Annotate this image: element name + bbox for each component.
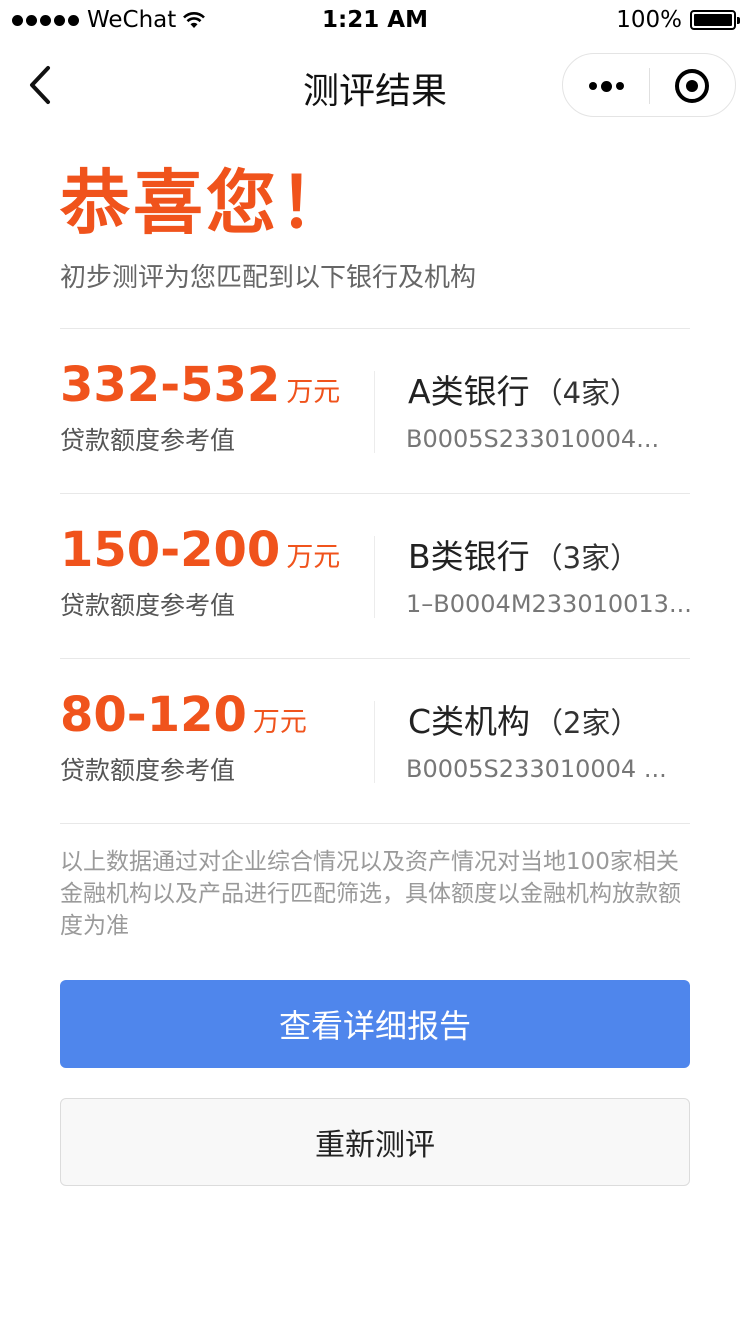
bank-name: A类银行: [408, 372, 530, 411]
congrats-subtitle: 初步测评为您匹配到以下银行及机构: [60, 263, 477, 293]
row-vertical-divider: [374, 536, 375, 618]
bank-code: B0005S233010004...: [406, 425, 660, 453]
amount-value: 332-532: [60, 357, 281, 413]
bank-code: 1–B0004M233010013...: [406, 590, 692, 618]
amount-label: 贷款额度参考值: [60, 591, 236, 620]
bank-code: B0005S233010004 ...: [406, 755, 667, 783]
bank-name: C类机构: [408, 702, 531, 741]
bank-count: （4家）: [533, 376, 640, 410]
amount-range: 80-120 万元: [60, 687, 307, 743]
more-dots-icon[interactable]: [563, 54, 649, 118]
result-row-b: 150-200 万元 贷款额度参考值 B类银行 （3家） 1–B0004M2330…: [60, 494, 692, 658]
amount-range: 332-532 万元: [60, 357, 340, 413]
result-row-a: 332-532 万元 贷款额度参考值 A类银行 （4家） B0005S233010…: [60, 329, 690, 493]
bank-category: A类银行 （4家）: [408, 365, 639, 413]
battery-group: 100%: [616, 7, 740, 33]
row-vertical-divider: [374, 701, 375, 783]
result-row-c: 80-120 万元 贷款额度参考值 C类机构 （2家） B0005S2330100…: [60, 659, 690, 823]
close-target-icon[interactable]: [649, 54, 735, 118]
mini-program-capsule: [562, 53, 736, 117]
amount-unit: 万元: [286, 542, 341, 573]
retest-button[interactable]: 重新测评: [60, 1098, 690, 1186]
row-vertical-divider: [374, 371, 375, 453]
amount-range: 150-200 万元: [60, 522, 340, 578]
battery-icon: [690, 10, 740, 30]
congrats-title: 恭喜您！: [60, 162, 352, 244]
nav-bar: 测评结果: [0, 40, 750, 130]
status-bar: WeChat 1:21 AM 100%: [0, 0, 750, 40]
bank-name: B类银行: [408, 537, 530, 576]
bank-count: （2家）: [534, 706, 640, 740]
amount-label: 贷款额度参考值: [60, 756, 236, 785]
amount-unit: 万元: [252, 707, 307, 738]
bank-category: B类银行 （3家）: [408, 530, 639, 578]
amount-label: 贷款额度参考值: [60, 426, 236, 455]
amount-value: 150-200: [60, 522, 281, 578]
disclaimer-note: 以上数据通过对企业综合情况以及资产情况对当地100家相关金融机构以及产品进行匹配…: [60, 849, 681, 939]
divider: [60, 823, 690, 824]
amount-unit: 万元: [286, 377, 341, 408]
view-report-button[interactable]: 查看详细报告: [60, 980, 690, 1068]
main-content: 恭喜您！ 初步测评为您匹配到以下银行及机构 332-532 万元 贷款额度参考值…: [60, 160, 692, 1186]
bank-category: C类机构 （2家）: [408, 695, 640, 743]
battery-percent: 100%: [616, 7, 682, 33]
bank-count: （3家）: [533, 541, 640, 575]
amount-value: 80-120: [60, 687, 247, 743]
